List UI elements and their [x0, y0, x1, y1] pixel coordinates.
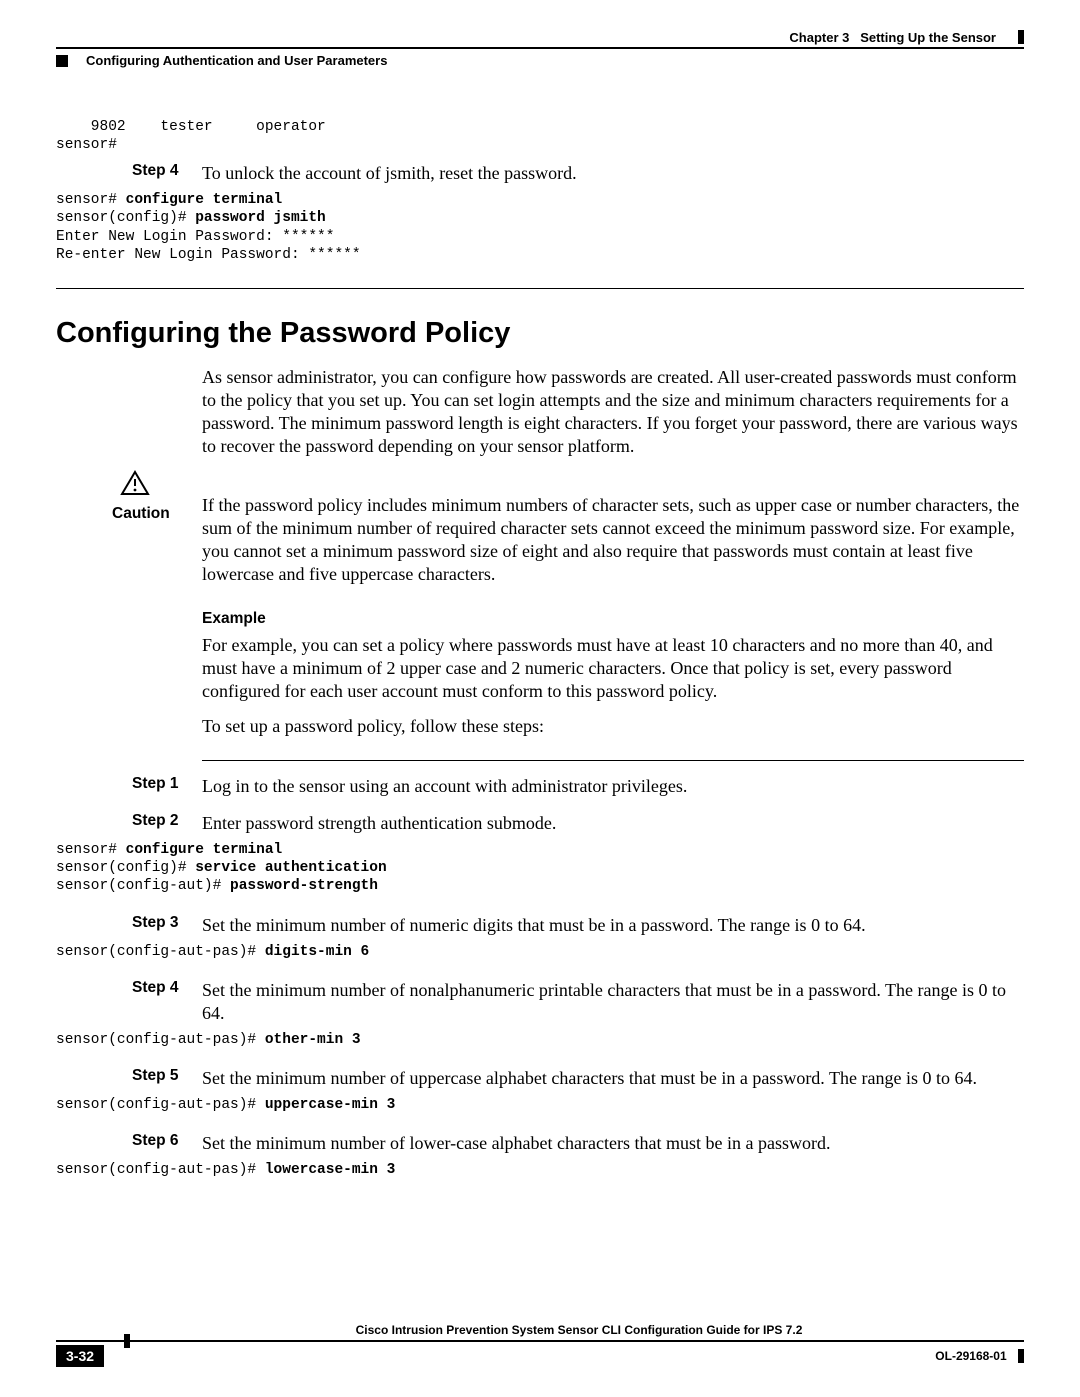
step-label: Step 4 [132, 979, 202, 1031]
header-rule [56, 47, 1024, 49]
page-footer: Cisco Intrusion Prevention System Sensor… [56, 1323, 1024, 1367]
step-row-6: Step 6 Set the minimum number of lower-c… [56, 1132, 1024, 1161]
step-label: Step 5 [132, 1067, 202, 1096]
running-head: Configuring Authentication and User Para… [56, 53, 1024, 68]
step-row-5: Step 5 Set the minimum number of upperca… [56, 1067, 1024, 1096]
cli-block: sensor(config-aut-pas)# lowercase-min 3 [56, 1161, 1024, 1179]
page-number-badge: 3-32 [56, 1345, 104, 1367]
section-title: Configuring the Password Policy [56, 317, 1024, 350]
doc-number: OL-29168-01 [935, 1349, 1006, 1363]
cli-block: sensor# configure terminal sensor(config… [56, 841, 1024, 895]
steps-divider [202, 760, 1024, 761]
step-label: Step 6 [132, 1132, 202, 1161]
cli-output-pre: 9802 tester operator sensor# [56, 118, 1024, 154]
guide-title: Cisco Intrusion Prevention System Sensor… [356, 1323, 803, 1337]
footer-right-mark [1018, 1349, 1024, 1363]
step-label: Step 3 [132, 914, 202, 943]
caution-text: If the password policy includes minimum … [202, 494, 1024, 586]
step-text: Set the minimum number of numeric digits… [202, 914, 1024, 937]
caution-label: Caution [112, 505, 170, 522]
step-text: Set the minimum number of nonalphanumeri… [202, 979, 1024, 1025]
step-body: To unlock the account of jsmith, reset t… [202, 162, 1024, 191]
chapter-label: Chapter 3 Setting Up the Sensor [789, 30, 996, 45]
header-end-mark [1018, 30, 1024, 44]
cli-block: sensor(config-aut-pas)# other-min 3 [56, 1031, 1024, 1049]
section-divider [56, 288, 1024, 289]
step-row-3: Step 3 Set the minimum number of numeric… [56, 914, 1024, 943]
step-row-4: Step 4 Set the minimum number of nonalph… [56, 979, 1024, 1031]
page-header: Chapter 3 Setting Up the Sensor [56, 30, 1024, 45]
step-text: Log in to the sensor using an account wi… [202, 775, 1024, 798]
step-text: To unlock the account of jsmith, reset t… [202, 162, 1024, 185]
step-text: Set the minimum number of uppercase alph… [202, 1067, 1024, 1090]
example-paragraph: For example, you can set a policy where … [202, 634, 1024, 738]
caution-block: Caution If the password policy includes … [56, 470, 1024, 586]
square-icon [56, 55, 68, 67]
step-row-1: Step 1 Log in to the sensor using an acc… [56, 775, 1024, 804]
step-text: Enter password strength authentication s… [202, 812, 1024, 835]
step-label: Step 4 [132, 162, 202, 191]
cli-block: sensor(config-aut-pas)# uppercase-min 3 [56, 1096, 1024, 1114]
footer-left-mark [124, 1334, 130, 1348]
step-text: Set the minimum number of lower-case alp… [202, 1132, 1024, 1155]
step-row-2: Step 2 Enter password strength authentic… [56, 812, 1024, 841]
section-running-head: Configuring Authentication and User Para… [86, 53, 387, 68]
step-label: Step 2 [132, 812, 202, 841]
cli-block: sensor(config-aut-pas)# digits-min 6 [56, 943, 1024, 961]
intro-paragraph: As sensor administrator, you can configu… [202, 366, 1024, 458]
caution-icon [120, 470, 202, 501]
cli-block: sensor# configure terminal sensor(config… [56, 191, 1024, 264]
step-label: Step 1 [132, 775, 202, 804]
example-heading: Example [202, 610, 1024, 628]
step-row-4a: Step 4 To unlock the account of jsmith, … [56, 162, 1024, 191]
